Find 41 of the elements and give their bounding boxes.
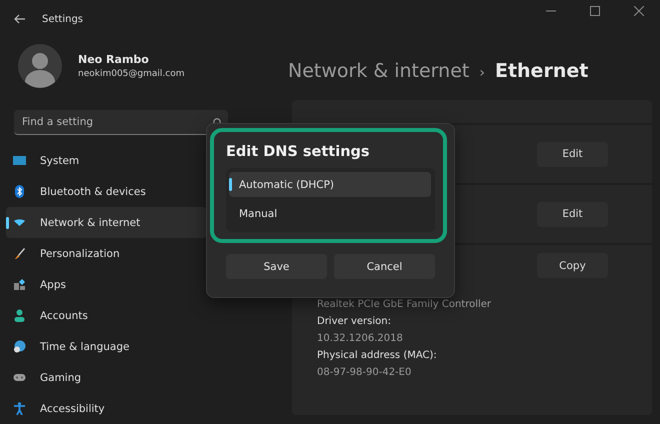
breadcrumb-separator: › [479,65,485,81]
action-button[interactable]: Copy [537,253,608,278]
window-title: Settings [42,14,84,24]
nav-item[interactable]: Apps [6,269,207,300]
person-icon [13,309,26,322]
dropdown-option[interactable]: Automatic (DHCP) [229,172,431,197]
monitor-icon [13,154,26,167]
property-value: Realtek PCIe GbE Family Controller [317,299,492,310]
nav-item[interactable]: Accounts [6,300,207,331]
page-title: Ethernet [494,60,588,82]
property-label: Physical address (MAC): [317,350,438,361]
user-name: Neo Rambo [78,53,150,66]
dialog-title: Edit DNS settings [226,144,371,160]
back-icon[interactable] [14,14,26,24]
dropdown-option[interactable]: Manual [229,201,431,226]
accessibility-icon [13,402,26,415]
dialog-button[interactable]: Save [226,254,327,279]
property-label: Driver version: [317,316,392,327]
property-value: 08-97-98-90-42-E0 [317,367,412,378]
nav-item[interactable]: Gaming [6,362,207,393]
bluetooth-icon [13,185,26,198]
search-field[interactable]: Find a setting [14,110,228,135]
nav-item[interactable]: Bluetooth & devices [6,176,207,207]
apps-icon [13,278,26,291]
nav-item[interactable]: Network & internet [6,207,207,238]
maximize-icon[interactable] [590,6,600,16]
user-email: neokim005@gmail.com [78,69,184,79]
nav-item[interactable]: Accessibility [6,393,207,424]
action-button[interactable]: Edit [537,202,608,226]
nav-item[interactable]: Personalization [6,238,207,269]
nav-item[interactable]: Time & language [6,331,207,362]
gamepad-icon [13,371,26,384]
breadcrumb-link[interactable]: Network & internet [288,60,470,82]
brush-icon [13,247,26,260]
action-button[interactable]: Edit [537,142,608,166]
close-icon[interactable] [634,6,644,16]
nav-item[interactable]: System [6,145,207,176]
avatar [18,44,62,88]
globe-clock-icon [13,340,26,353]
dialog-button[interactable]: Cancel [334,254,435,279]
property-value: 10.32.1206.2018 [317,333,404,344]
